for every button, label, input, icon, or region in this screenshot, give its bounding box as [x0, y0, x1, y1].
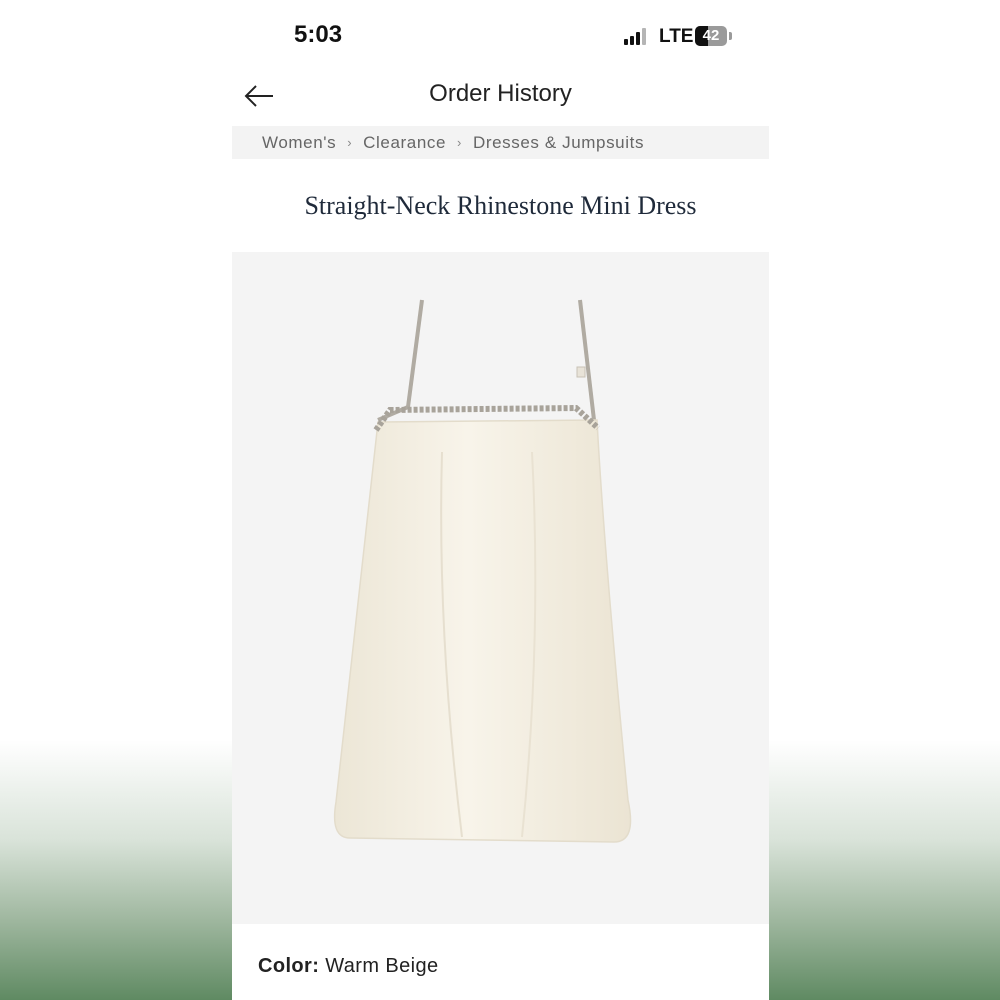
breadcrumb-dresses-jumpsuits[interactable]: Dresses & Jumpsuits — [473, 133, 644, 153]
breadcrumb-clearance[interactable]: Clearance — [363, 133, 446, 153]
color-value: Warm Beige — [325, 955, 439, 977]
product-info: Color: Warm Beige — [232, 924, 769, 1000]
product-title: Straight-Neck Rhinestone Mini Dress — [304, 191, 697, 220]
dress-image — [333, 299, 632, 843]
battery-percent: 42 — [702, 27, 720, 44]
battery-nub — [729, 32, 732, 40]
status-bar: 5:03 LTE 42 — [232, 0, 769, 72]
right-strap — [578, 299, 596, 421]
product-image[interactable] — [232, 252, 769, 924]
phone-screen: 5:03 LTE 42 Order History Women's › Clea… — [232, 0, 769, 1000]
page-title: Order History — [429, 80, 572, 107]
breadcrumb: Women's › Clearance › Dresses & Jumpsuit… — [232, 126, 769, 159]
color-row: Color: Warm Beige — [258, 955, 439, 978]
dress-body — [333, 419, 632, 843]
nav-header: Order History — [232, 72, 769, 126]
status-time: 5:03 — [294, 21, 343, 48]
network-type: LTE — [659, 26, 694, 47]
chevron-right-icon: › — [347, 135, 353, 150]
signal-strength-icon — [624, 27, 650, 45]
battery-icon: 42 — [695, 26, 727, 46]
left-strap — [406, 299, 424, 408]
breadcrumb-womens[interactable]: Women's — [262, 133, 336, 153]
chevron-right-icon: › — [457, 135, 462, 150]
product-title-section: Straight-Neck Rhinestone Mini Dress — [232, 159, 769, 252]
color-label: Color: — [258, 955, 320, 977]
